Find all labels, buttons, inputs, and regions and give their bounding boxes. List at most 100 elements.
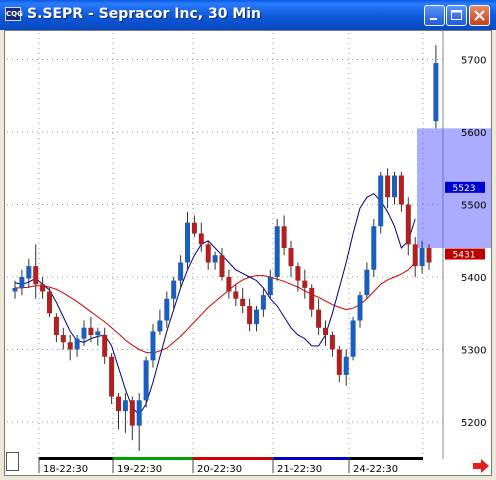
- candle-body: [385, 175, 391, 198]
- candle-body: [392, 175, 397, 198]
- day-bar: [273, 457, 349, 460]
- candle-body: [116, 396, 121, 412]
- candle-body: [329, 335, 335, 350]
- minimize-button[interactable]: [424, 5, 445, 26]
- candle-body: [281, 226, 287, 248]
- candle-body: [309, 287, 315, 310]
- candle-body: [157, 320, 163, 332]
- candle-body: [198, 233, 204, 245]
- candle: [385, 168, 391, 209]
- current-price-label: 5523: [453, 184, 476, 194]
- candle: [150, 324, 156, 368]
- candle-body: [185, 222, 190, 263]
- candle: [412, 237, 418, 277]
- candle-body: [60, 335, 66, 343]
- candle-body: [47, 291, 52, 314]
- candle: [426, 244, 432, 270]
- candle-body: [233, 291, 239, 299]
- candle-body: [95, 331, 101, 335]
- candle-body: [288, 248, 294, 267]
- red-price-label: 5431: [453, 251, 476, 261]
- candle-body: [336, 349, 342, 375]
- candle-body: [143, 360, 149, 401]
- close-button[interactable]: [469, 5, 490, 26]
- candle-body: [226, 277, 232, 292]
- candle-body: [302, 280, 308, 288]
- candle-body: [316, 309, 322, 328]
- candle: [433, 45, 439, 129]
- day-bar: [113, 457, 193, 460]
- app-icon[interactable]: CQG: [5, 7, 23, 21]
- candle: [60, 327, 66, 350]
- candle: [309, 284, 315, 317]
- chart-area[interactable]: 5700 5600 5500 5400 5300 5200 5523 5431 18-22:30…: [4, 30, 492, 476]
- candle: [392, 171, 397, 205]
- candle-body: [212, 255, 218, 263]
- y-tick-label: 5300: [461, 346, 486, 357]
- candle: [136, 393, 142, 451]
- candle: [254, 306, 259, 332]
- candle-body: [178, 262, 184, 281]
- day-bar: [349, 457, 423, 460]
- price-chart[interactable]: 5700 5600 5500 5400 5300 5200 5523 5431 18-22:30…: [5, 31, 491, 475]
- candle: [364, 262, 370, 299]
- candle: [233, 284, 239, 306]
- candle-body: [102, 335, 108, 357]
- candle-body: [88, 327, 94, 335]
- candle-body: [426, 248, 432, 263]
- maximize-button[interactable]: [446, 5, 467, 26]
- candle-body: [412, 244, 418, 267]
- candle: [357, 291, 363, 328]
- candle: [302, 269, 308, 299]
- title-bar[interactable]: CQG S.SEPR - Sepracor Inc, 30 Min: [0, 0, 496, 30]
- candle-body: [219, 255, 225, 277]
- candle-body: [191, 222, 197, 234]
- candle: [398, 171, 404, 212]
- x-tick-label: 18-22:30: [43, 464, 88, 475]
- candle: [47, 287, 52, 317]
- candle: [164, 291, 170, 328]
- candle: [247, 298, 253, 332]
- candle-body: [260, 295, 266, 310]
- candle: [329, 331, 335, 357]
- scroll-box[interactable]: [6, 452, 19, 471]
- candle-body: [357, 295, 363, 321]
- candle: [316, 298, 322, 335]
- candle: [129, 396, 135, 441]
- candle-body: [267, 277, 273, 296]
- close-icon: [474, 10, 485, 21]
- candle: [157, 309, 163, 335]
- candle: [143, 356, 149, 408]
- candle: [116, 393, 121, 430]
- candle: [67, 335, 73, 361]
- candle: [33, 244, 39, 299]
- candle-body: [74, 338, 80, 350]
- candle: [323, 320, 328, 346]
- scroll-right-arrow-icon[interactable]: [472, 458, 490, 474]
- y-tick-label: 5700: [461, 56, 486, 67]
- y-tick-label: 5200: [461, 418, 486, 429]
- candle-body: [364, 269, 370, 296]
- candle-body: [405, 204, 411, 245]
- candle: [53, 313, 59, 343]
- candle: [281, 215, 287, 256]
- candle-body: [350, 320, 356, 357]
- candle-body: [53, 316, 59, 335]
- candle: [122, 393, 128, 433]
- candle: [350, 316, 356, 361]
- y-tick-label: 5400: [461, 273, 486, 284]
- candle-body: [164, 298, 170, 321]
- minimize-icon: [430, 18, 437, 20]
- candle-body: [129, 400, 135, 426]
- candle-body: [274, 226, 280, 277]
- candle: [26, 258, 32, 288]
- candle-body: [254, 309, 259, 325]
- day-bar: [193, 457, 273, 460]
- candle-body: [378, 175, 384, 227]
- candle-body: [109, 356, 115, 397]
- y-tick-label: 5500: [461, 201, 486, 212]
- chart-window: CQG S.SEPR - Sepracor Inc, 30 Min 5700 56…: [0, 0, 496, 480]
- candle-body: [433, 63, 439, 122]
- window-title: S.SEPR - Sepracor Inc, 30 Min: [27, 6, 262, 22]
- candle: [102, 327, 108, 364]
